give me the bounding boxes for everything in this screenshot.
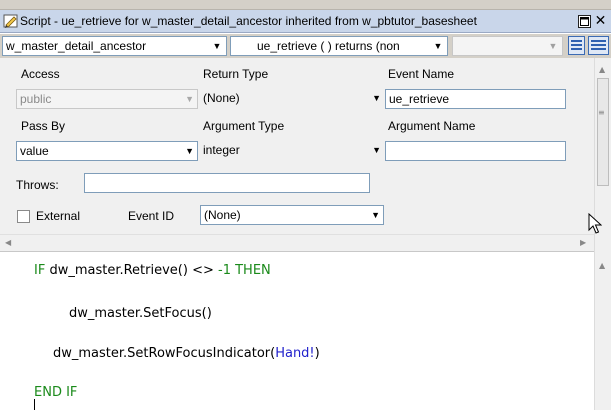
close-icon[interactable]: ✕ <box>594 14 607 28</box>
chevron-down-icon: ▼ <box>185 94 194 104</box>
code-line-1: IF dw_master.Retrieve() <> -1 THEN <box>34 263 271 278</box>
maximize-icon[interactable] <box>578 15 591 28</box>
top-strip <box>0 0 611 10</box>
pass-by-dropdown[interactable]: value ▼ <box>16 141 198 161</box>
scroll-left-icon[interactable]: ◀ <box>5 238 11 247</box>
view-layout-icon[interactable] <box>588 36 609 55</box>
mouse-pointer-icon <box>588 212 603 238</box>
object-selector-value: w_master_detail_ancestor <box>6 39 147 53</box>
scroll-up-icon[interactable]: ▲ <box>599 65 605 74</box>
chevron-down-icon: ▼ <box>212 41 222 51</box>
event-name-value: ue_retrieve <box>389 92 450 106</box>
argument-name-field[interactable] <box>385 141 566 161</box>
code-number: -1 <box>218 263 231 278</box>
throws-label: Throws: <box>16 178 59 192</box>
scroll-up-icon[interactable]: ▲ <box>599 261 605 270</box>
event-selector-value: ue_retrieve ( ) returns (non <box>257 39 400 53</box>
title-bar: Script - ue_retrieve for w_master_detail… <box>0 10 611 33</box>
throws-field[interactable] <box>84 173 370 193</box>
chevron-down-icon: ▼ <box>372 145 381 155</box>
scroll-right-icon[interactable]: ▶ <box>580 238 586 247</box>
event-id-value: (None) <box>204 208 241 222</box>
scroll-grip-icon: ≡ <box>598 108 605 117</box>
return-type-value: (None) <box>203 91 240 105</box>
chevron-down-icon: ▼ <box>433 41 443 51</box>
code-enum: Hand! <box>275 346 315 361</box>
object-selector[interactable]: w_master_detail_ancestor ▼ <box>2 36 227 56</box>
event-id-label: Event ID <box>128 209 175 223</box>
event-name-label: Event Name <box>388 67 455 81</box>
properties-horizontal-scrollbar[interactable]: ◀ ▶ <box>0 234 594 251</box>
text-caret <box>34 399 35 410</box>
code-line-2: dw_master.SetFocus() <box>69 306 212 321</box>
access-label: Access <box>21 67 60 81</box>
access-dropdown[interactable]: public ▼ <box>16 89 198 109</box>
code-line-4: END IF <box>34 385 78 400</box>
code-text: ) <box>314 346 320 361</box>
pass-by-value: value <box>20 144 49 158</box>
return-type-dropdown[interactable]: (None) ▼ <box>200 89 384 109</box>
external-checkbox[interactable] <box>17 210 30 223</box>
chevron-down-icon: ▼ <box>548 41 558 51</box>
pass-by-label: Pass By <box>21 119 66 133</box>
argument-name-label: Argument Name <box>388 119 476 133</box>
chevron-down-icon: ▼ <box>185 146 194 156</box>
event-id-dropdown[interactable]: (None) ▼ <box>200 205 384 225</box>
view-layout-icon[interactable] <box>568 36 585 55</box>
scroll-thumb[interactable] <box>597 78 609 186</box>
event-name-field[interactable]: ue_retrieve <box>385 89 566 109</box>
chevron-down-icon: ▼ <box>372 93 381 103</box>
external-label: External <box>36 209 81 223</box>
ancestor-selector[interactable]: ▼ <box>452 36 563 56</box>
argument-type-value: integer <box>203 143 240 157</box>
access-value: public <box>20 92 52 106</box>
argument-type-label: Argument Type <box>203 119 285 133</box>
code-text: dw_master.Retrieve() <> <box>45 263 218 278</box>
argument-type-dropdown[interactable]: integer ▼ <box>200 141 384 161</box>
event-selector[interactable]: ue_retrieve ( ) returns (non ▼ <box>230 36 448 56</box>
script-icon <box>3 13 19 29</box>
chevron-down-icon: ▼ <box>371 210 380 220</box>
code-text: dw_master.SetRowFocusIndicator( <box>53 346 276 361</box>
window-title: Script - ue_retrieve for w_master_detail… <box>20 14 477 28</box>
return-type-label: Return Type <box>203 67 269 81</box>
keyword-if: IF <box>34 263 46 278</box>
editor-vertical-scrollbar[interactable]: ▲ <box>594 251 611 410</box>
code-line-3: dw_master.SetRowFocusIndicator(Hand!) <box>53 346 320 361</box>
keyword-then: THEN <box>230 263 271 278</box>
